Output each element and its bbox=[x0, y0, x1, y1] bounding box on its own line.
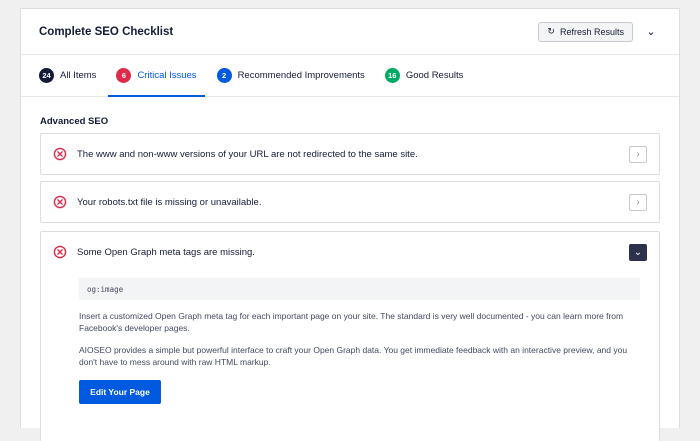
tab-count-badge: 2 bbox=[216, 68, 232, 83]
description-paragraph: Insert a customized Open Graph meta tag … bbox=[79, 311, 624, 333]
card-header: Complete SEO Checklist ↻ Refresh Results… bbox=[21, 9, 679, 55]
tab-count-badge: 16 bbox=[384, 68, 400, 83]
refresh-results-button[interactable]: ↻ Refresh Results bbox=[538, 21, 633, 42]
expand-button[interactable]: › bbox=[629, 145, 647, 163]
tab-good-results[interactable]: 16 Good Results bbox=[377, 55, 472, 96]
tab-label: Recommended Improvements bbox=[237, 70, 365, 81]
refresh-icon: ↻ bbox=[547, 26, 555, 36]
section-title: Advanced SEO bbox=[40, 116, 109, 127]
chevron-down-icon: ⌄ bbox=[633, 246, 643, 258]
chevron-right-icon: › bbox=[636, 148, 640, 160]
tab-critical-issues[interactable]: 6 Critical Issues bbox=[108, 55, 205, 97]
critical-x-icon bbox=[53, 147, 67, 161]
tab-label: Critical Issues bbox=[137, 70, 197, 81]
tab-count-badge: 24 bbox=[39, 68, 54, 83]
collapse-button[interactable]: ⌄ bbox=[629, 243, 647, 261]
seo-checklist-card: Complete SEO Checklist ↻ Refresh Results… bbox=[20, 8, 680, 441]
tab-label: All Items bbox=[60, 70, 97, 81]
checklist-item-text: Your robots.txt file is missing or unava… bbox=[77, 196, 262, 208]
checklist-item-header[interactable]: Some Open Graph meta tags are missing. ⌄ bbox=[41, 232, 659, 272]
card-title: Complete SEO Checklist bbox=[39, 25, 174, 38]
missing-tag-code: og:image bbox=[79, 278, 640, 300]
checklist-item-expanded[interactable]: Some Open Graph meta tags are missing. ⌄… bbox=[40, 231, 660, 441]
checklist-item[interactable]: Your robots.txt file is missing or unava… bbox=[40, 181, 660, 223]
checklist-item-header[interactable]: Your robots.txt file is missing or unava… bbox=[41, 182, 659, 222]
tab-label: Good Results bbox=[405, 70, 464, 81]
chevron-right-icon: › bbox=[636, 196, 640, 208]
description-paragraph: AIOSEO provides a simple but powerful in… bbox=[79, 345, 628, 367]
checklist-item-details: og:image Insert a customized Open Graph … bbox=[41, 272, 659, 404]
edit-your-page-button[interactable]: Edit Your Page bbox=[79, 380, 161, 404]
checklist-item-header[interactable]: The www and non-www versions of your URL… bbox=[41, 134, 659, 174]
checklist-tabs: 24 All Items 6 Critical Issues 2 Recomme… bbox=[21, 55, 679, 97]
checklist-item-text: Some Open Graph meta tags are missing. bbox=[77, 246, 255, 258]
checklist-item[interactable]: The www and non-www versions of your URL… bbox=[40, 133, 660, 175]
critical-x-icon bbox=[53, 195, 67, 209]
tab-recommended-improvements[interactable]: 2 Recommended Improvements bbox=[209, 55, 373, 96]
tab-count-badge: 6 bbox=[116, 68, 132, 83]
critical-x-icon bbox=[53, 245, 67, 259]
chevron-down-icon[interactable]: ⌄ bbox=[641, 25, 661, 38]
refresh-results-label: Refresh Results bbox=[559, 26, 624, 37]
tab-all-items[interactable]: 24 All Items bbox=[31, 55, 104, 96]
expand-button[interactable]: › bbox=[629, 193, 647, 211]
checklist-item-text: The www and non-www versions of your URL… bbox=[77, 148, 418, 160]
